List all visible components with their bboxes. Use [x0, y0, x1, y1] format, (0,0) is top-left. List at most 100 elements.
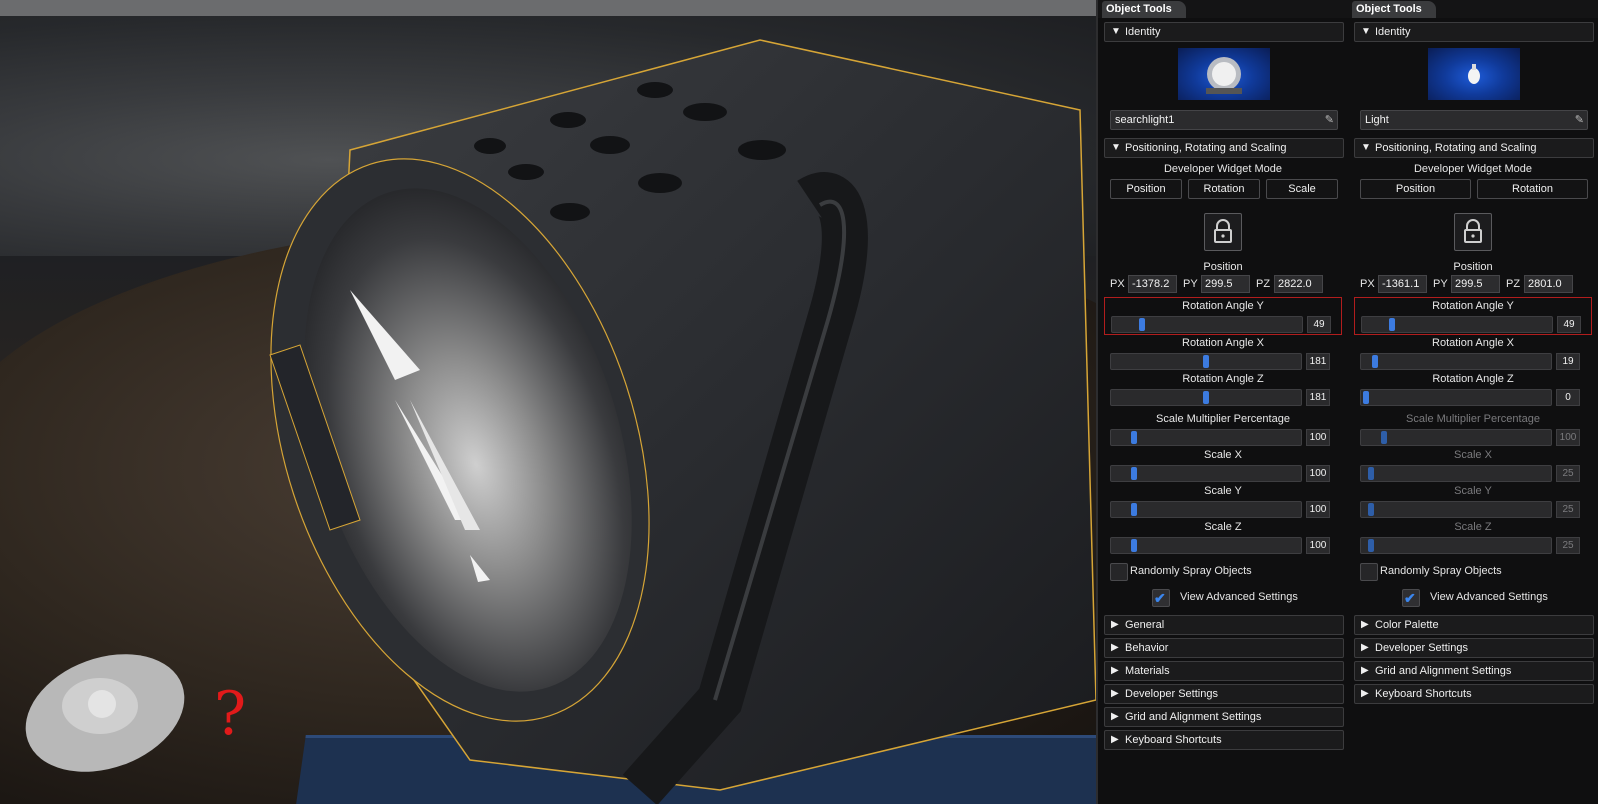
tab-object-tools[interactable]: Object Tools [1102, 1, 1186, 18]
checkbox-view-advanced-settings[interactable]: ✔ View Advanced Settings [1348, 587, 1598, 607]
slider-track[interactable] [1110, 465, 1302, 482]
slider-track[interactable] [1360, 537, 1552, 554]
slider-knob[interactable] [1131, 503, 1137, 516]
slider-knob[interactable] [1372, 355, 1378, 368]
triangle-down-icon: ▼ [1361, 26, 1371, 37]
slider-knob[interactable] [1131, 467, 1137, 480]
slider-knob[interactable] [1131, 431, 1137, 444]
triangle-right-icon: ▶ [1111, 688, 1119, 699]
checkbox-randomly-spray-objects[interactable]: Randomly Spray Objects [1348, 561, 1598, 581]
slider-knob[interactable] [1368, 503, 1375, 516]
pz-input[interactable]: 2822.0 [1274, 275, 1323, 293]
slider-value[interactable]: 19 [1556, 353, 1580, 370]
checkbox-box[interactable] [1360, 563, 1378, 581]
searchlight-model[interactable] [0, 0, 1096, 804]
slider-track[interactable] [1110, 537, 1302, 554]
slider-label: Rotation Angle Y [1432, 300, 1514, 312]
section-title: Identity [1375, 26, 1411, 38]
lightbulb-icon[interactable] [1428, 48, 1520, 100]
mode-button-position[interactable]: Position [1110, 179, 1182, 199]
searchlight-icon[interactable] [1178, 48, 1270, 100]
mode-button-scale[interactable]: Scale [1266, 179, 1338, 199]
slider-row: 49 [1355, 314, 1591, 334]
px-input[interactable]: -1378.2 [1128, 275, 1177, 293]
section-behavior[interactable]: ▶ Behavior [1104, 638, 1344, 658]
tab-object-tools[interactable]: Object Tools [1352, 1, 1436, 18]
section-grid-and-alignment-settings[interactable]: ▶ Grid and Alignment Settings [1354, 661, 1594, 681]
pencil-icon[interactable]: ✎ [1575, 111, 1584, 129]
identity-section-header[interactable]: ▼ Identity [1354, 22, 1594, 42]
slider-knob[interactable] [1203, 391, 1209, 404]
py-input[interactable]: 299.5 [1201, 275, 1250, 293]
slider-value[interactable]: 181 [1306, 353, 1330, 370]
slider-track[interactable] [1360, 389, 1552, 406]
slider-track[interactable] [1361, 316, 1553, 333]
section-title: Developer Settings [1125, 688, 1218, 700]
slider-track[interactable] [1360, 465, 1552, 482]
pencil-icon[interactable]: ✎ [1325, 111, 1334, 129]
section-grid-and-alignment-settings[interactable]: ▶ Grid and Alignment Settings [1104, 707, 1344, 727]
section-general[interactable]: ▶ General [1104, 615, 1344, 635]
slider-track[interactable] [1110, 429, 1302, 446]
object-name-input[interactable]: Light ✎ [1360, 110, 1588, 130]
section-developer-settings[interactable]: ▶ Developer Settings [1104, 684, 1344, 704]
slider-track[interactable] [1110, 501, 1302, 518]
section-keyboard-shortcuts[interactable]: ▶ Keyboard Shortcuts [1104, 730, 1344, 750]
positioning-section-header[interactable]: ▼ Positioning, Rotating and Scaling [1104, 138, 1344, 158]
section-materials[interactable]: ▶ Materials [1104, 661, 1344, 681]
slider-knob[interactable] [1368, 467, 1375, 480]
mode-button-position[interactable]: Position [1360, 179, 1471, 199]
slider-track[interactable] [1360, 429, 1552, 446]
section-developer-settings[interactable]: ▶ Developer Settings [1354, 638, 1594, 658]
positioning-section-header[interactable]: ▼ Positioning, Rotating and Scaling [1354, 138, 1594, 158]
section-color-palette[interactable]: ▶ Color Palette [1354, 615, 1594, 635]
light-gizmo-icon [25, 654, 185, 772]
slider-value[interactable]: 25 [1556, 465, 1580, 482]
py-input[interactable]: 299.5 [1451, 275, 1500, 293]
slider-knob[interactable] [1363, 391, 1369, 404]
checkbox-box[interactable] [1110, 563, 1128, 581]
pz-input[interactable]: 2801.0 [1524, 275, 1573, 293]
mode-button-rotation[interactable]: Rotation [1188, 179, 1260, 199]
slider-value[interactable]: 100 [1306, 537, 1330, 554]
slider-value[interactable]: 100 [1306, 501, 1330, 518]
slider-scale-y: Scale Y 100 [1104, 483, 1342, 519]
slider-row: 100 [1104, 427, 1342, 447]
slider-knob[interactable] [1139, 318, 1146, 331]
checkbox-box[interactable]: ✔ [1402, 589, 1420, 607]
slider-track[interactable] [1360, 353, 1552, 370]
identity-section-header[interactable]: ▼ Identity [1104, 22, 1344, 42]
slider-knob[interactable] [1131, 539, 1137, 552]
lock-icon[interactable] [1204, 213, 1242, 251]
checkbox-randomly-spray-objects[interactable]: Randomly Spray Objects [1098, 561, 1348, 581]
object-name-input[interactable]: searchlight1 ✎ [1110, 110, 1338, 130]
slider-value[interactable]: 100 [1556, 429, 1580, 446]
lock-icon[interactable] [1454, 213, 1492, 251]
slider-track[interactable] [1110, 353, 1302, 370]
checkbox-view-advanced-settings[interactable]: ✔ View Advanced Settings [1098, 587, 1348, 607]
checkbox-box[interactable]: ✔ [1152, 589, 1170, 607]
section-keyboard-shortcuts[interactable]: ▶ Keyboard Shortcuts [1354, 684, 1594, 704]
widget-mode-label: Developer Widget Mode [1163, 163, 1282, 175]
slider-value[interactable]: 100 [1306, 429, 1330, 446]
slider-knob[interactable] [1203, 355, 1209, 368]
object-name-value: Light [1365, 114, 1389, 126]
3d-viewport[interactable]: ? [0, 0, 1096, 804]
slider-value[interactable]: 181 [1306, 389, 1330, 406]
mode-button-rotation[interactable]: Rotation [1477, 179, 1588, 199]
slider-value[interactable]: 100 [1306, 465, 1330, 482]
px-input[interactable]: -1361.1 [1378, 275, 1427, 293]
slider-track[interactable] [1111, 316, 1303, 333]
slider-knob[interactable] [1389, 318, 1396, 331]
slider-knob[interactable] [1368, 539, 1375, 552]
slider-value[interactable]: 49 [1307, 316, 1331, 333]
slider-knob[interactable] [1381, 431, 1387, 444]
slider-track[interactable] [1110, 389, 1302, 406]
slider-track[interactable] [1360, 501, 1552, 518]
slider-row: 25 [1354, 463, 1592, 483]
object-name-value: searchlight1 [1115, 114, 1175, 126]
slider-value[interactable]: 25 [1556, 537, 1580, 554]
slider-value[interactable]: 49 [1557, 316, 1581, 333]
slider-value[interactable]: 25 [1556, 501, 1580, 518]
slider-value[interactable]: 0 [1556, 389, 1580, 406]
